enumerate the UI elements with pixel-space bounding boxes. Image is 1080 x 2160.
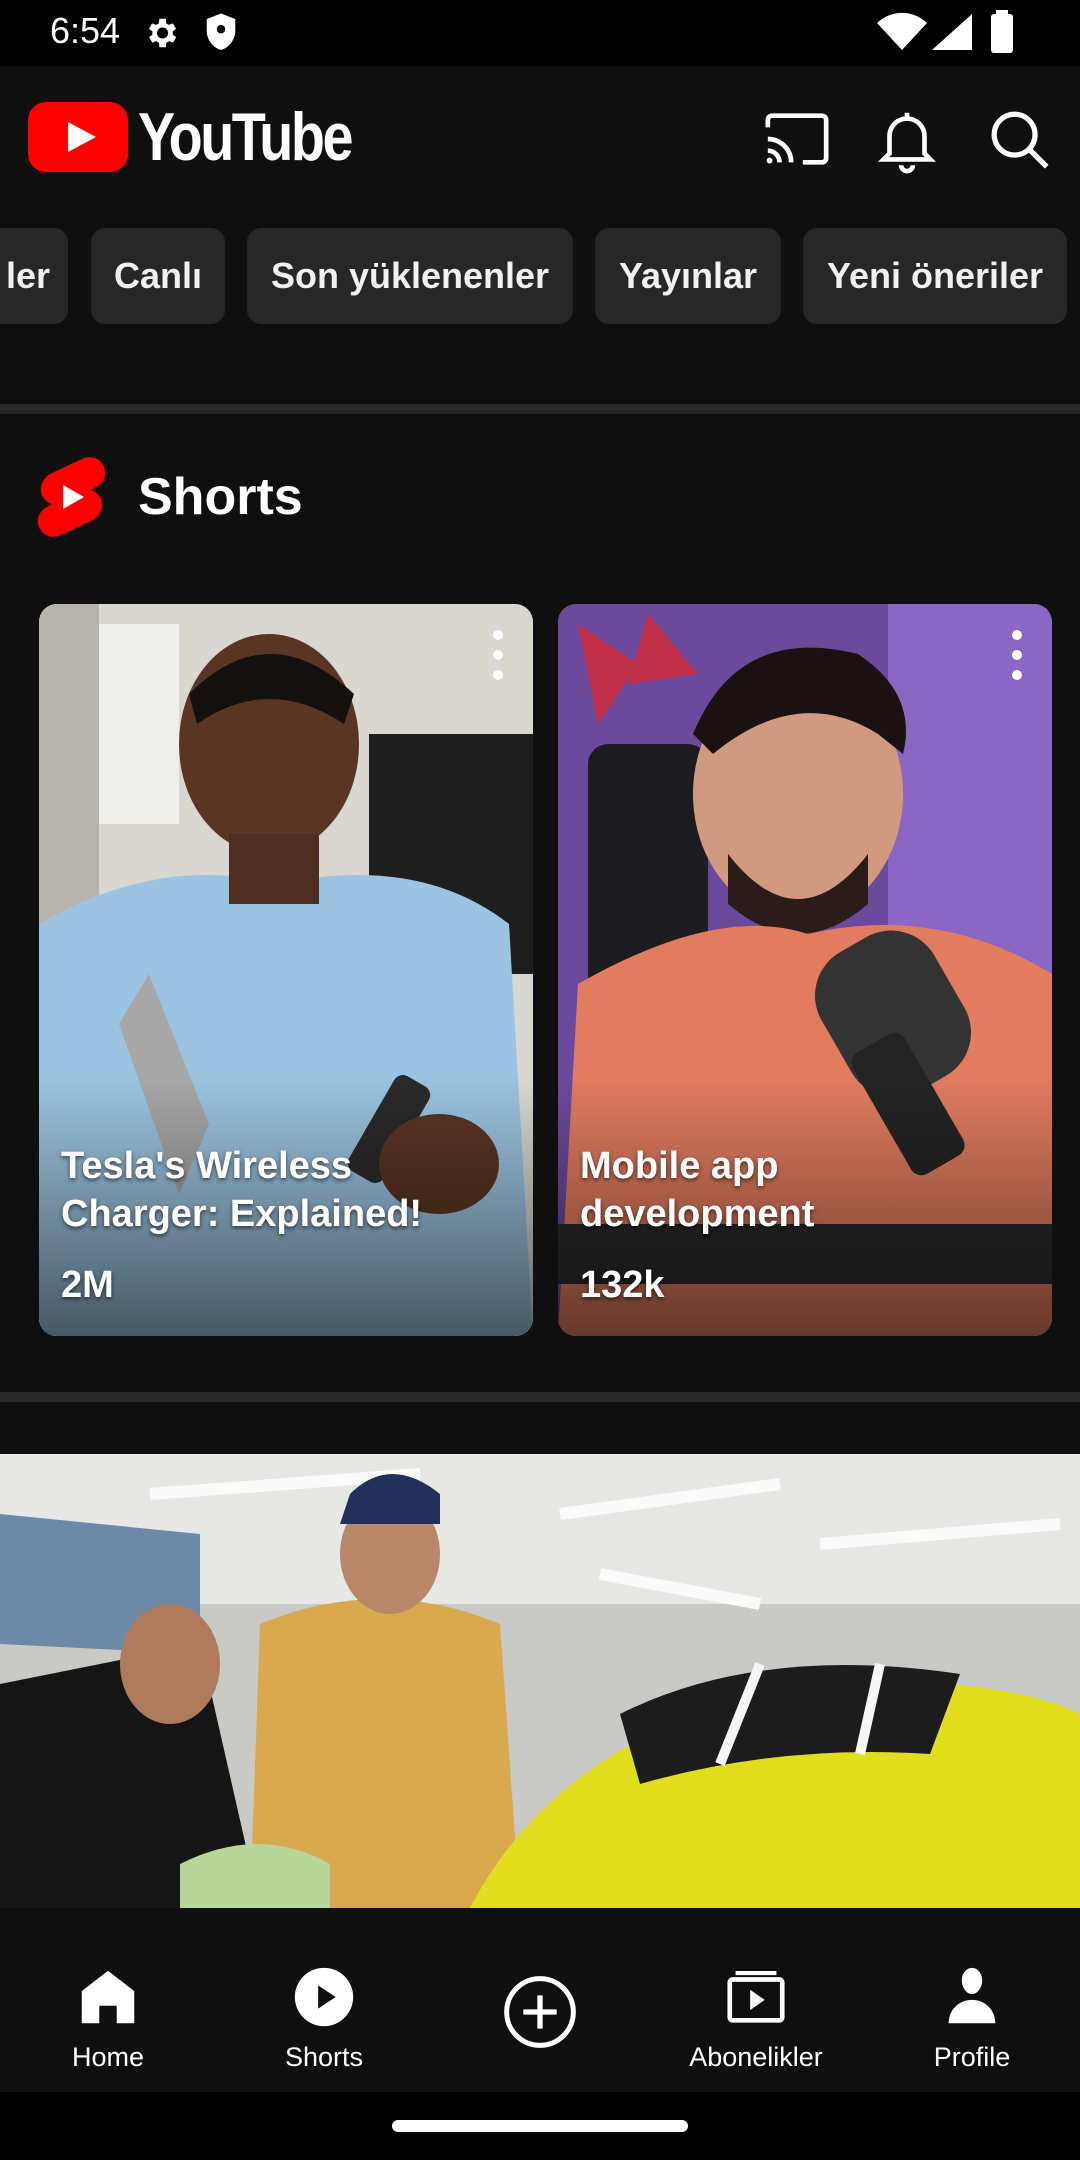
shield-icon [206,13,236,50]
cast-icon[interactable] [762,104,832,174]
chip-label: ler [5,255,50,296]
filter-chips-bar: ler Canlı Son yüklenenler Yayınlar Yeni … [0,228,1080,326]
create-plus-icon [504,1976,576,2048]
shorts-logo-icon [37,457,106,537]
video-thumbnail-image [0,1454,1080,1908]
more-options-icon[interactable] [1010,628,1024,682]
chip-recently-uploaded[interactable]: Son yüklenenler [247,228,573,324]
home-icon [81,1970,135,2024]
chip-posts[interactable]: Yayınlar [595,228,781,324]
short-card[interactable]: Mobile app development 132k [558,604,1052,1336]
profile-avatar-icon [948,1967,996,2024]
short-title: Tesla's Wireless Charger: Explained! [61,1145,423,1235]
status-bar: 6:54 [0,0,1080,66]
chip-live[interactable]: Canlı [91,228,225,324]
short-view-count: 132k [580,1264,665,1306]
nav-item-home[interactable]: Home [0,1932,216,2092]
shorts-shelf-header: Shorts [34,454,303,540]
more-options-icon[interactable] [491,628,505,682]
chip-partial[interactable]: ler [0,228,68,324]
chip-new-to-you[interactable]: Yeni öneriler [803,228,1067,324]
cellular-signal-icon [932,14,972,50]
nav-label: Shorts [284,2042,364,2072]
settings-gear-icon [148,18,177,48]
youtube-logo[interactable]: YouTube [28,99,398,175]
status-time: 6:54 [50,10,121,51]
wifi-icon [877,12,927,50]
nav-label: Home [71,2042,145,2072]
notifications-bell-icon[interactable] [872,104,942,174]
battery-icon [991,10,1013,53]
short-title: Mobile app development [580,1145,815,1235]
top-app-bar: YouTube [0,66,1080,208]
nav-item-create[interactable] [432,1932,648,2092]
subscriptions-icon [727,1971,785,2023]
nav-label: Profile [933,2042,1011,2072]
section-divider [0,404,1080,414]
search-icon[interactable] [984,104,1054,174]
nav-item-shorts[interactable]: Shorts [216,1932,432,2092]
youtube-play-logo-icon [28,102,128,172]
bottom-navigation: Home Shorts Abonelikler Profile [0,1932,1080,2092]
nav-label: Abonelikler [689,2042,823,2072]
nav-item-subscriptions[interactable]: Abonelikler [648,1932,864,2092]
home-gesture-handle[interactable] [392,2120,688,2132]
nav-item-profile[interactable]: Profile [864,1932,1080,2092]
short-view-count: 2M [61,1264,114,1306]
youtube-wordmark: YouTube [138,99,353,175]
section-divider [0,1392,1080,1402]
short-card[interactable]: Tesla's Wireless Charger: Explained! 2M [39,604,533,1336]
video-thumbnail[interactable] [0,1454,1080,1908]
shorts-title: Shorts [138,468,303,526]
shorts-icon [294,1967,354,2027]
